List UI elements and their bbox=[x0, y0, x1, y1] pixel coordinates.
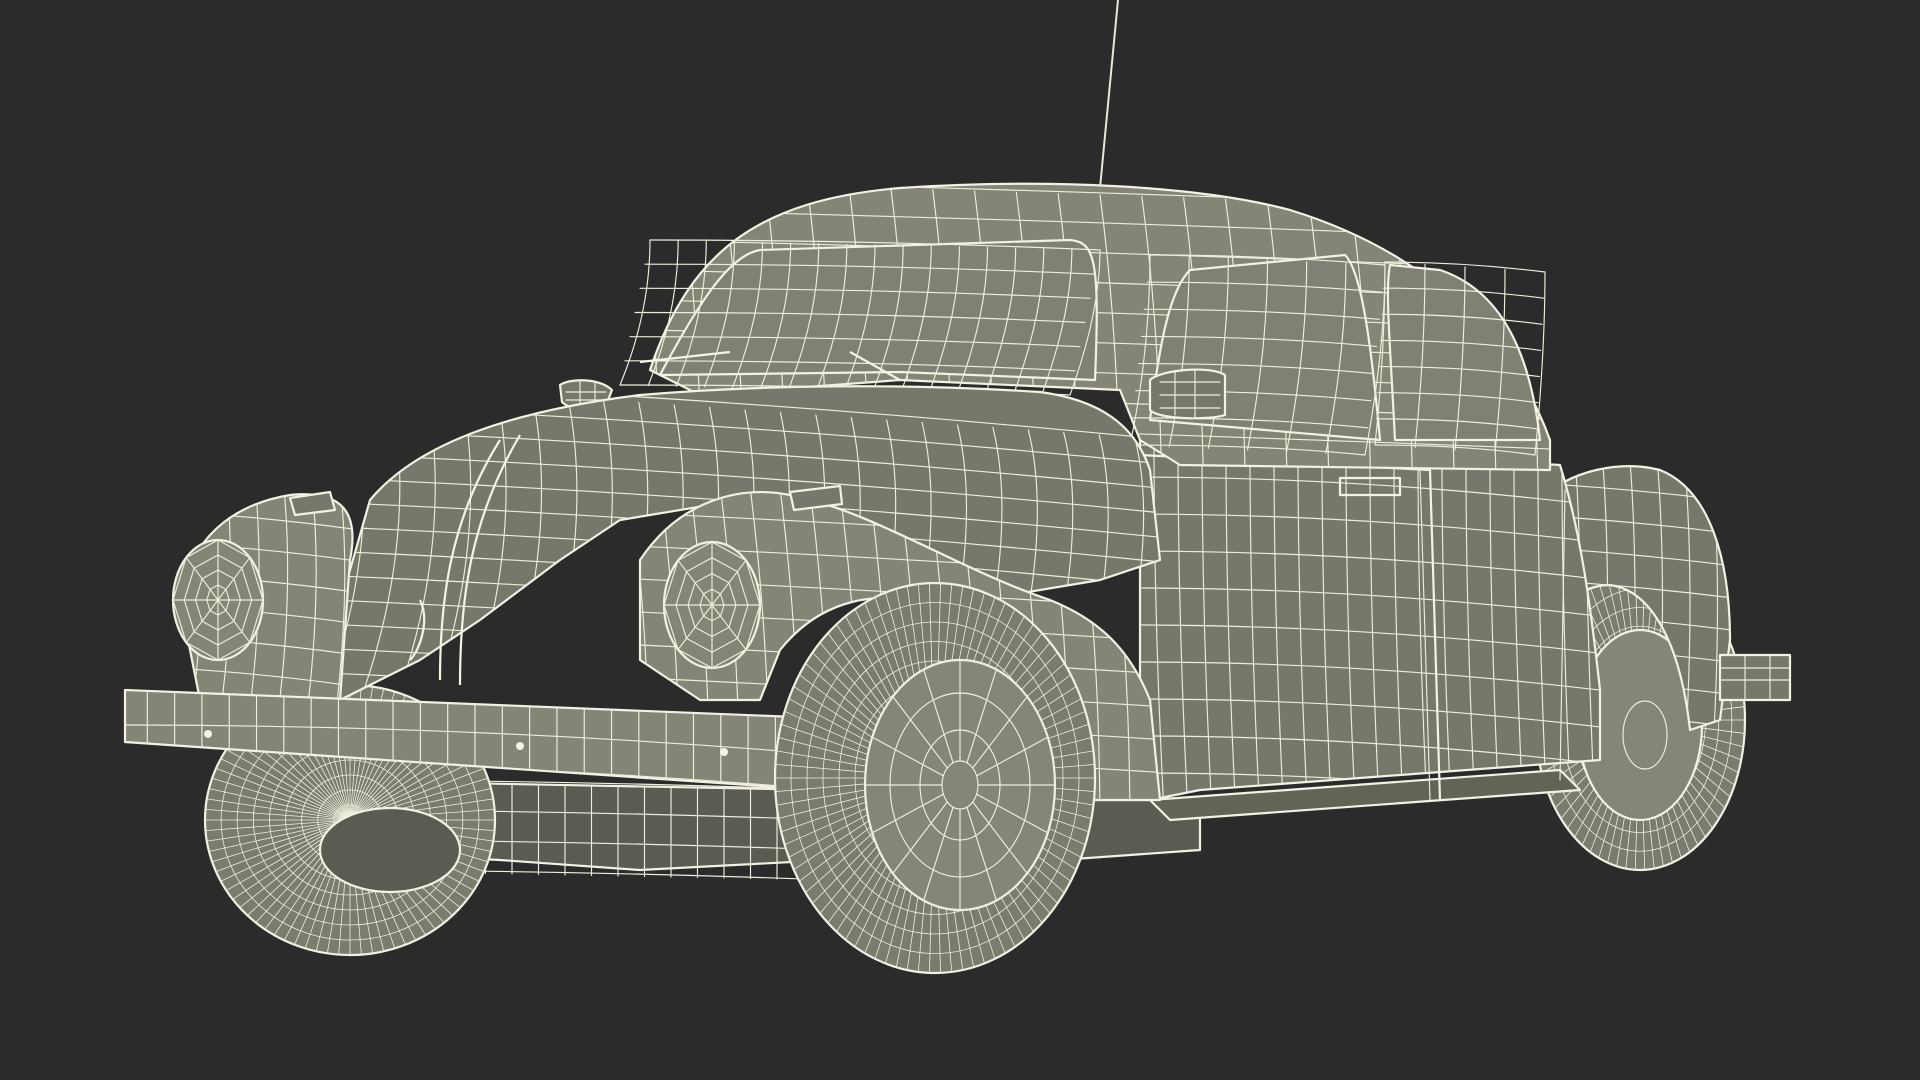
windshield bbox=[619, 238, 1101, 396]
render-viewport bbox=[0, 0, 1920, 1080]
wireframe-car-icon bbox=[123, 0, 1792, 975]
rear-bumper bbox=[1718, 653, 1792, 702]
side-mirror-right bbox=[1148, 368, 1227, 420]
side-window-rear bbox=[1374, 261, 1546, 456]
antenna bbox=[1099, 0, 1119, 189]
front-right-tire bbox=[773, 581, 1097, 975]
